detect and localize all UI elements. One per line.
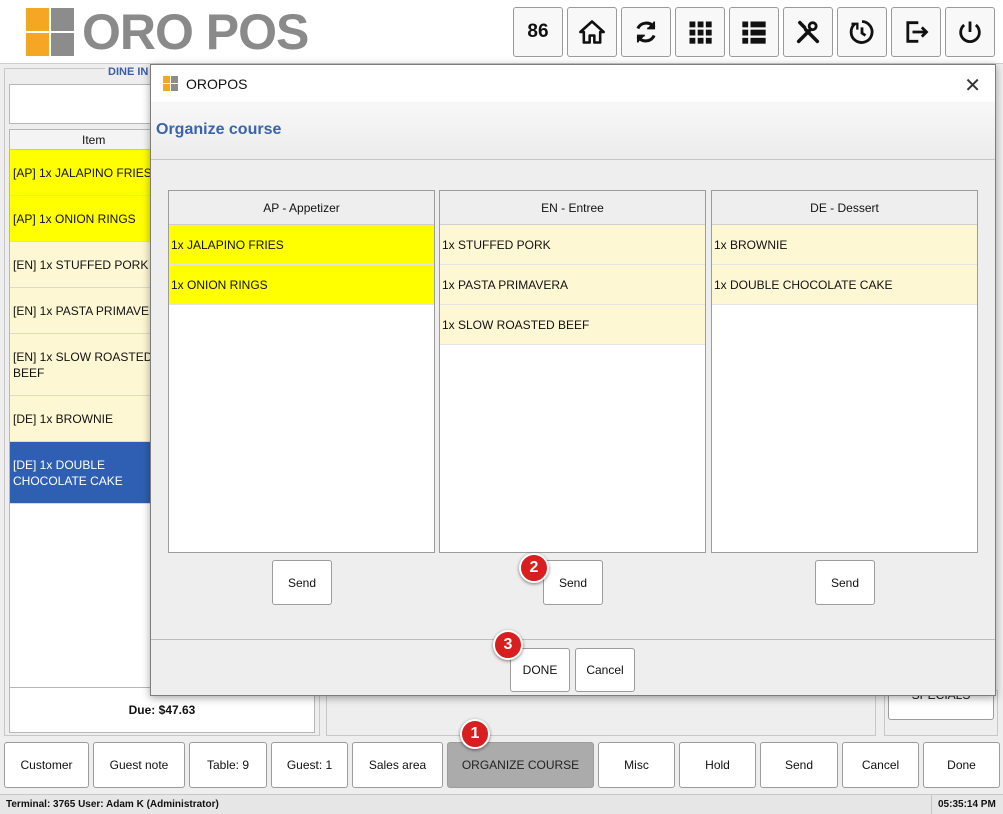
course-title: EN - Entree [440, 191, 705, 225]
logout-button[interactable] [891, 7, 941, 57]
bottom-action-bar: Customer Guest note Table: 9 Guest: 1 Sa… [4, 742, 1000, 788]
misc-button[interactable]: Misc [598, 742, 675, 788]
refresh-icon [636, 21, 656, 43]
course-column-entree: EN - Entree 1x STUFFED PORK 1x PASTA PRI… [439, 190, 706, 553]
course-title: AP - Appetizer [169, 191, 434, 225]
grid-icon [689, 21, 712, 44]
course-column-dessert: DE - Dessert 1x BROWNIE 1x DOUBLE CHOCOL… [711, 190, 978, 553]
clock-out-icon [849, 20, 874, 44]
power-button[interactable] [945, 7, 995, 57]
organize-course-button[interactable]: ORGANIZE COURSE [447, 742, 594, 788]
list-button[interactable] [729, 7, 779, 57]
course-title: DE - Dessert [712, 191, 977, 225]
course-column-appetizer: AP - Appetizer 1x JALAPINO FRIES 1x ONIO… [168, 190, 435, 553]
clock-out-button[interactable] [837, 7, 887, 57]
power-icon [959, 21, 981, 43]
dialog-titlebar: OROPOS ✕ [151, 65, 995, 102]
tools-icon [796, 20, 820, 44]
send-dessert-button[interactable]: Send [815, 560, 875, 605]
step-marker-3: 3 [493, 630, 523, 660]
logout-icon [906, 21, 929, 43]
organize-course-dialog: OROPOS ✕ Organize course AP - Appetizer … [150, 64, 996, 696]
course-item[interactable]: 1x DOUBLE CHOCOLATE CAKE [712, 265, 977, 305]
sales-area-button[interactable]: Sales area [352, 742, 443, 788]
logo-mark-icon [26, 8, 74, 56]
clock-time: 05:35:14 PM [931, 795, 1003, 814]
close-icon[interactable]: ✕ [964, 73, 981, 98]
home-button[interactable] [567, 7, 617, 57]
guest-button[interactable]: Guest: 1 [271, 742, 348, 788]
course-item[interactable]: 1x SLOW ROASTED BEEF [440, 305, 705, 345]
menu-item-area [326, 690, 876, 736]
status-bar: Terminal: 3765 User: Adam K (Administrat… [0, 794, 1003, 814]
grid-button[interactable] [675, 7, 725, 57]
course-item[interactable]: 1x PASTA PRIMAVERA [440, 265, 705, 305]
cancel-button[interactable]: Cancel [842, 742, 919, 788]
step-marker-2: 2 [519, 553, 549, 583]
send-button[interactable]: Send [760, 742, 838, 788]
dialog-footer: DONE Cancel [151, 639, 995, 695]
list-icon [742, 21, 766, 44]
oropos-logo: ORO POS [26, 4, 309, 60]
course-item[interactable]: 1x STUFFED PORK [440, 225, 705, 265]
tools-button[interactable] [783, 7, 833, 57]
dialog-header: Organize course [151, 102, 995, 160]
table-button[interactable]: Table: 9 [189, 742, 267, 788]
app-header: ORO POS 86 [0, 0, 1003, 64]
course-item[interactable]: 1x ONION RINGS [169, 265, 434, 305]
refresh-button[interactable] [621, 7, 671, 57]
oropos-window-icon [163, 76, 179, 92]
dialog-cancel-button[interactable]: Cancel [575, 648, 635, 692]
dialog-heading: Organize course [156, 121, 282, 138]
item-86-button[interactable]: 86 [513, 7, 563, 57]
guest-note-button[interactable]: Guest note [93, 742, 185, 788]
header-toolbar: 86 [513, 7, 995, 57]
course-item[interactable]: 1x JALAPINO FRIES [169, 225, 434, 265]
terminal-user-info: Terminal: 3765 User: Adam K (Administrat… [6, 799, 219, 810]
course-item[interactable]: 1x BROWNIE [712, 225, 977, 265]
send-entree-button[interactable]: Send [543, 560, 603, 605]
logo-text: ORO POS [82, 4, 309, 60]
done-button[interactable]: Done [923, 742, 1000, 788]
customer-button[interactable]: Customer [4, 742, 89, 788]
hold-button[interactable]: Hold [679, 742, 756, 788]
send-appetizer-button[interactable]: Send [272, 560, 332, 605]
home-icon [579, 20, 605, 44]
dialog-window-title: OROPOS [186, 76, 248, 92]
step-marker-1: 1 [460, 719, 490, 749]
